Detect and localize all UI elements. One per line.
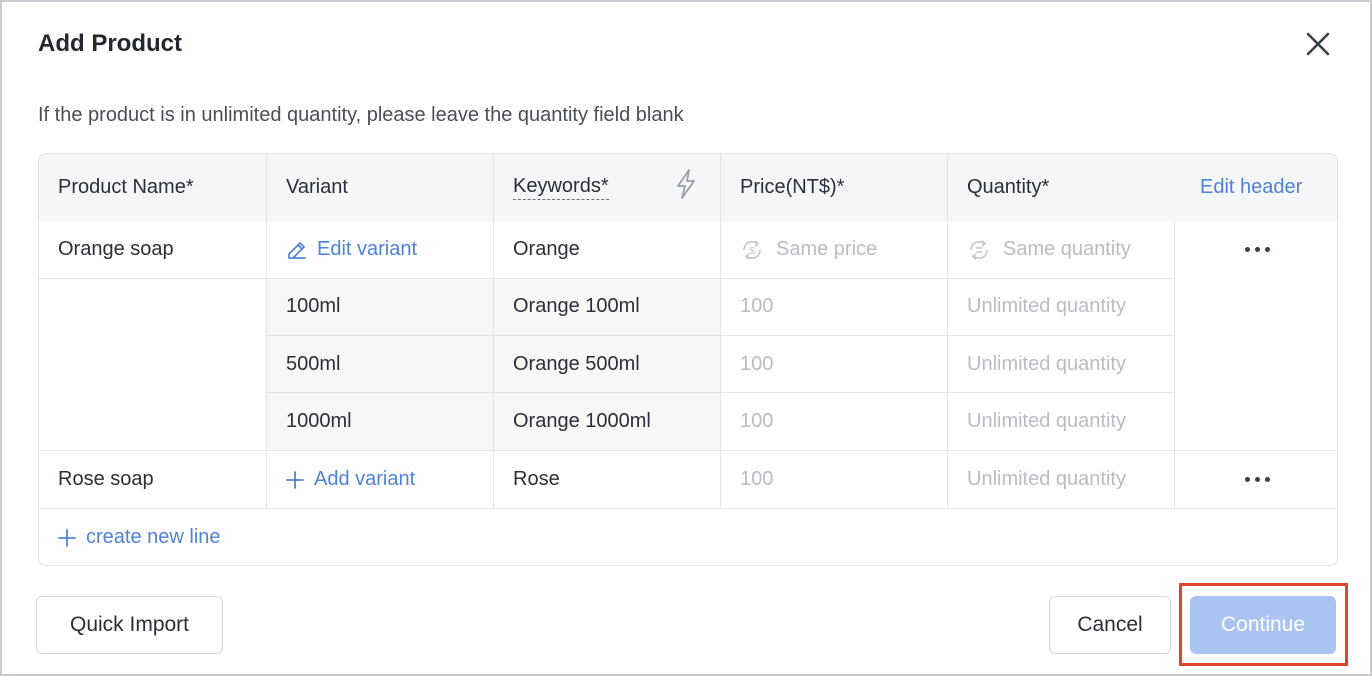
plus-icon (58, 528, 76, 547)
plus-icon (286, 470, 304, 489)
add-variant-label: Add variant (314, 468, 416, 490)
hint-text: If the product is in unlimited quantity,… (38, 104, 684, 126)
variant-cell[interactable]: 100ml (267, 278, 494, 335)
cycle-icon (967, 238, 991, 262)
header-variant: Variant (286, 176, 348, 198)
divider (39, 278, 1174, 279)
variant-price[interactable]: 100 (721, 278, 948, 335)
quick-import-button[interactable]: Quick Import (36, 596, 223, 654)
divider (1174, 221, 1175, 508)
product-name-rose[interactable]: Rose soap (39, 451, 266, 508)
divider (720, 154, 721, 508)
edit-header-link[interactable]: Edit header (1181, 154, 1337, 221)
header-keywords-label[interactable]: Keywords* (513, 175, 609, 200)
cancel-button[interactable]: Cancel (1049, 596, 1171, 654)
create-new-line-button[interactable]: create new line (39, 509, 339, 565)
edit-variant-button[interactable]: Edit variant (267, 221, 494, 278)
divider (39, 450, 1337, 451)
dialog-title: Add Product (38, 30, 182, 57)
create-new-line-label: create new line (86, 526, 221, 548)
variant-quantity[interactable]: Unlimited quantity (948, 393, 1175, 450)
variant-price[interactable]: 100 (721, 336, 948, 393)
divider (947, 154, 948, 508)
variant-cell[interactable]: 1000ml (267, 393, 494, 450)
quantity-placeholder: Same quantity (1003, 238, 1131, 260)
keyword-orange[interactable]: Orange (494, 221, 721, 278)
edit-variant-label: Edit variant (317, 238, 418, 260)
header-quantity: Quantity* (967, 176, 1050, 198)
variant-quantity[interactable]: Unlimited quantity (948, 278, 1175, 335)
divider (493, 154, 494, 508)
add-variant-button[interactable]: Add variant (267, 451, 494, 508)
price-orange[interactable]: $ Same price (721, 221, 948, 278)
header-price: Price(NT$)* (740, 176, 845, 198)
price-rose[interactable]: 100 (721, 451, 948, 508)
lightning-icon[interactable] (672, 168, 700, 200)
divider (266, 392, 1174, 393)
variant-keyword[interactable]: Orange 1000ml (494, 393, 721, 450)
product-name-orange[interactable]: Orange soap (39, 221, 266, 278)
divider (39, 508, 1337, 509)
quantity-rose[interactable]: Unlimited quantity (948, 451, 1175, 508)
dialog: Add Product If the product is in unlimit… (0, 0, 1372, 676)
variant-quantity[interactable]: Unlimited quantity (948, 336, 1175, 393)
variant-keyword[interactable]: Orange 100ml (494, 278, 721, 335)
quantity-orange[interactable]: Same quantity (948, 221, 1175, 278)
svg-text:$: $ (749, 246, 755, 257)
header-product-name: Product Name* (58, 176, 194, 198)
dollar-cycle-icon: $ (740, 238, 764, 262)
variant-cell[interactable]: 500ml (267, 336, 494, 393)
more-icon[interactable] (1175, 221, 1337, 278)
close-icon[interactable] (1302, 28, 1334, 60)
pencil-icon (286, 239, 308, 261)
keyword-rose[interactable]: Rose (494, 451, 721, 508)
product-table: Product Name* Variant Keywords* Price(NT… (38, 153, 1338, 566)
variant-price[interactable]: 100 (721, 393, 948, 450)
variant-keyword[interactable]: Orange 500ml (494, 336, 721, 393)
divider (266, 335, 1174, 336)
price-placeholder: Same price (776, 238, 878, 260)
highlight-box (1179, 583, 1348, 666)
more-icon[interactable] (1175, 451, 1337, 508)
divider (266, 154, 267, 508)
